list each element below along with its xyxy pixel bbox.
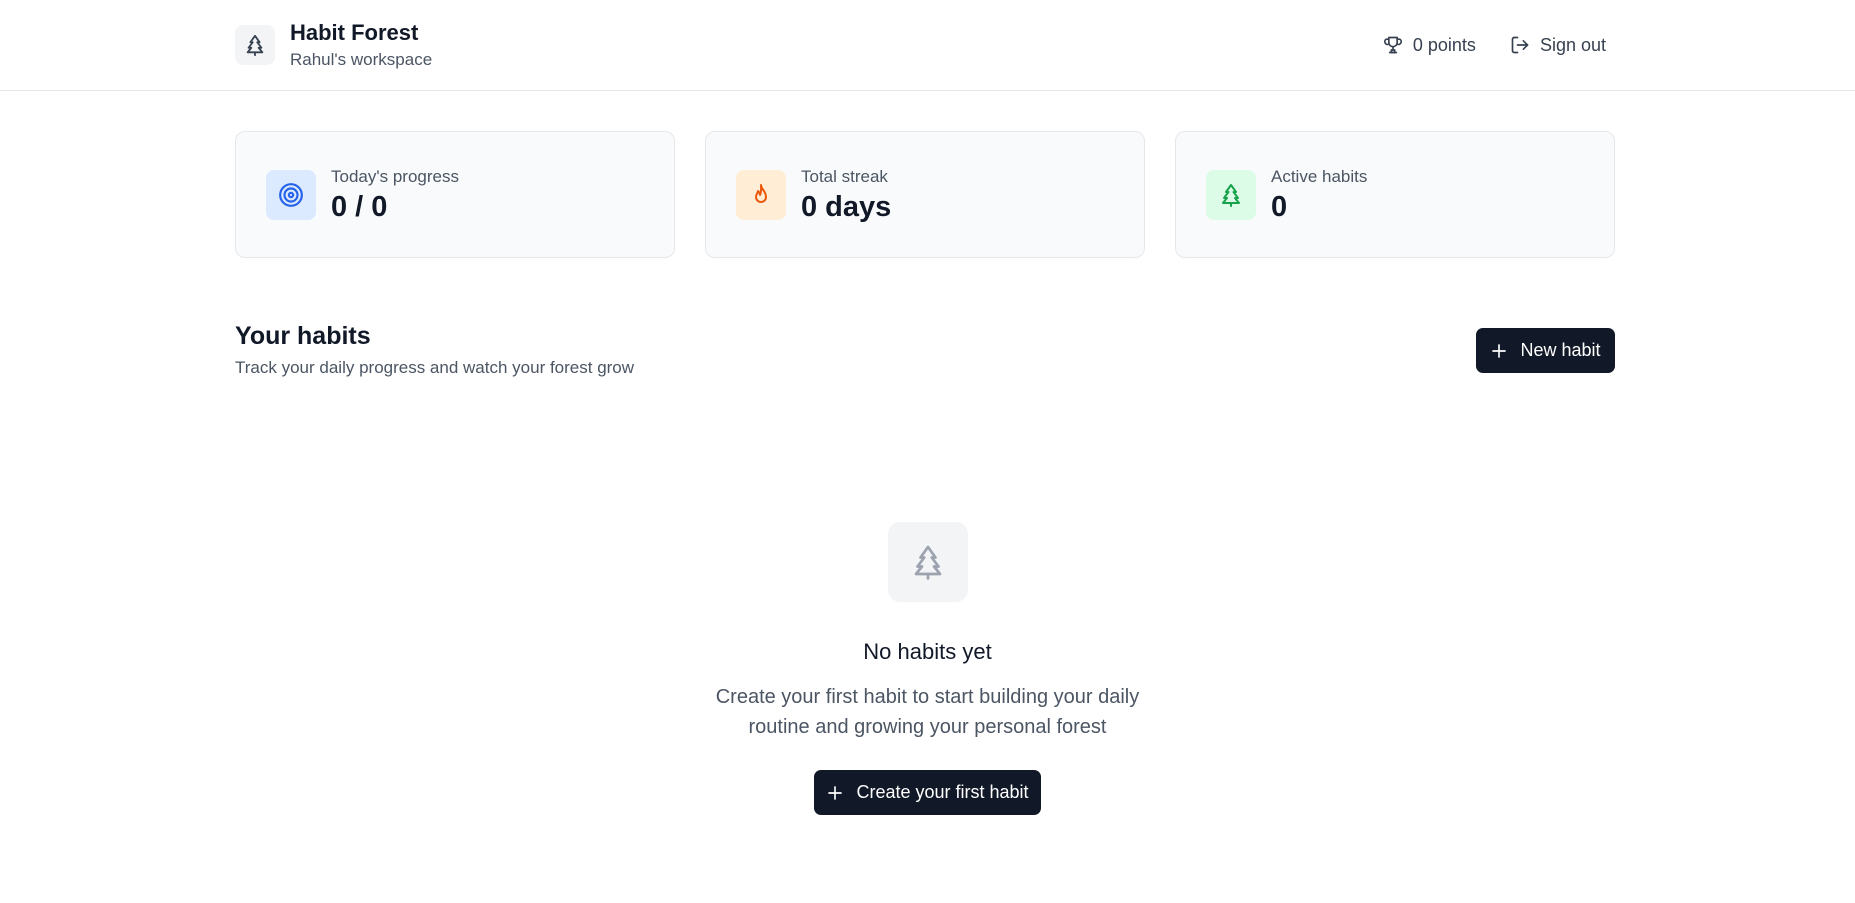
new-habit-label: New habit — [1520, 340, 1601, 360]
workspace-name: Rahul's workspace — [290, 50, 433, 69]
habits-subtitle: Track your daily progress and watch your… — [235, 358, 635, 377]
sign-out-button[interactable]: Sign out — [1510, 35, 1606, 56]
tree-icon — [887, 522, 968, 602]
stats-row: Today's progress 0 / 0 Total streak 0 da… — [235, 131, 1615, 258]
stat-label: Today's progress — [331, 166, 459, 186]
brand: Habit Forest Rahul's workspace — [235, 19, 432, 71]
habits-header: Your habits Track your daily progress an… — [235, 320, 1615, 380]
stat-card-progress: Today's progress 0 / 0 — [235, 131, 675, 258]
stat-text: Total streak 0 days — [801, 166, 891, 224]
stat-card-streak: Total streak 0 days — [705, 131, 1145, 258]
habits-title: Your habits — [235, 322, 371, 350]
app-title: Habit Forest — [290, 20, 419, 45]
stat-label: Active habits — [1271, 166, 1368, 186]
flame-icon — [736, 169, 786, 220]
stat-value: 0 — [1271, 190, 1288, 223]
plus-icon — [1492, 343, 1507, 358]
points-indicator[interactable]: 0 points — [1383, 35, 1476, 56]
stat-text: Today's progress 0 / 0 — [331, 166, 459, 224]
new-habit-button[interactable]: New habit — [1476, 328, 1615, 373]
empty-state: No habits yet Create your first habit to… — [0, 522, 1855, 815]
tree-icon — [235, 25, 275, 65]
stat-text: Active habits 0 — [1271, 166, 1367, 224]
habits-heading: Your habits Track your daily progress an… — [235, 320, 634, 380]
stat-value: 0 days — [801, 190, 892, 223]
header-actions: 0 points Sign out — [1383, 35, 1620, 56]
empty-title: No habits yet — [863, 639, 992, 664]
stat-card-active: Active habits 0 — [1175, 131, 1615, 258]
empty-description: Create your first habit to start buildin… — [715, 686, 1140, 738]
tree-icon — [1206, 169, 1256, 220]
points-label: 0 points — [1412, 34, 1476, 55]
plus-icon — [828, 785, 843, 800]
target-icon — [266, 169, 316, 220]
brand-text: Habit Forest Rahul's workspace — [290, 19, 432, 71]
create-first-habit-label: Create your first habit — [856, 782, 1029, 802]
app-header: Habit Forest Rahul's workspace 0 points — [0, 0, 1855, 91]
sign-out-icon — [1511, 36, 1529, 54]
sign-out-label: Sign out — [1539, 34, 1606, 55]
stat-value: 0 / 0 — [331, 190, 388, 223]
create-first-habit-button[interactable]: Create your first habit — [814, 770, 1041, 815]
stat-label: Total streak — [801, 166, 888, 186]
trophy-icon — [1383, 36, 1402, 54]
header-inner: Habit Forest Rahul's workspace 0 points — [235, 0, 1620, 90]
